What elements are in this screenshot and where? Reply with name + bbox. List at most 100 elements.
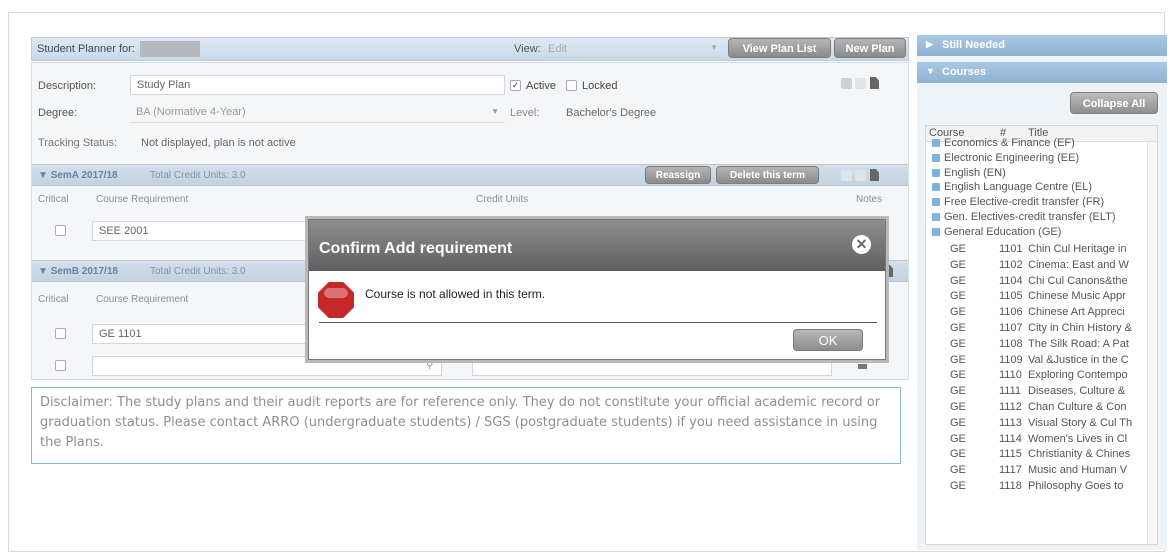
course-code: GE — [950, 432, 966, 445]
disclaimer: Disclaimer: The study plans and their au… — [31, 387, 901, 464]
course-list-item[interactable]: GE 1113 Visual Story & Cul Th — [926, 416, 1157, 432]
view-select[interactable]: Edit ▼ — [544, 40, 722, 58]
col-critical: Critical — [38, 294, 69, 305]
expand-icon[interactable] — [932, 139, 940, 147]
search-icon[interactable]: ⚲ — [426, 360, 440, 374]
collapse-all-button[interactable]: Collapse All — [1070, 92, 1158, 114]
course-code: GE — [950, 385, 966, 398]
course-group-item[interactable]: General Education (GE) — [926, 225, 1157, 240]
course-number: 1111 — [999, 385, 1022, 398]
active-checkbox[interactable]: ✓ — [510, 80, 521, 91]
course-title: Women's Lives in Cl — [1028, 432, 1128, 445]
remove-icon[interactable] — [855, 78, 866, 89]
new-plan-button[interactable]: New Plan — [834, 38, 906, 58]
course-number: 1117 — [999, 464, 1022, 477]
course-title: Val &Justice in the C — [1028, 353, 1129, 366]
course-list-item[interactable]: GE 1115 Christianity & Chines — [926, 447, 1157, 463]
ok-button[interactable]: OK — [793, 329, 863, 351]
course-group-item[interactable]: Gen. Electives-credit transfer (ELT) — [926, 210, 1157, 225]
add-icon[interactable] — [841, 170, 852, 181]
expand-icon[interactable] — [932, 213, 940, 221]
course-list-item[interactable]: GE 1109 Val &Justice in the C — [926, 353, 1157, 369]
critical-checkbox[interactable] — [55, 328, 66, 339]
course-group-item[interactable]: Electronic Engineering (EE) — [926, 151, 1157, 166]
level-label: Level: — [510, 107, 540, 119]
course-title: Chi Cul Canons&the — [1028, 274, 1128, 287]
course-title: Philosophy Goes to — [1028, 480, 1124, 492]
locked-label: Locked — [582, 80, 618, 92]
term-name: ▼ SemA 2017/18 — [38, 170, 118, 181]
dialog-title: Confirm Add requirement — [309, 220, 885, 271]
course-requirement-field[interactable]: SEE 2001 — [92, 221, 332, 241]
view-plan-list-button[interactable]: View Plan List — [728, 38, 831, 58]
course-number: 1105 — [999, 290, 1023, 303]
document-icon[interactable] — [870, 169, 879, 181]
courses-bar[interactable]: ▼ Courses — [917, 62, 1167, 83]
course-list-item[interactable]: GE 1102 Cinema: East and W — [926, 258, 1157, 274]
course-list-item[interactable]: GE 1117 Music and Human V — [926, 463, 1157, 479]
term-credits: Total Credit Units: 3.0 — [150, 170, 246, 181]
course-title: Chin Cul Heritage in — [1028, 243, 1127, 255]
course-code: GE — [950, 353, 966, 366]
chevron-down-icon: ▼ — [926, 66, 935, 76]
course-number: 1118 — [999, 480, 1022, 492]
expand-icon[interactable] — [932, 168, 940, 177]
description-input[interactable]: Study Plan — [130, 75, 505, 95]
course-code: GE — [950, 258, 966, 271]
course-code: GE — [950, 306, 966, 319]
course-list-item[interactable]: GE 1112 Chan Culture & Con — [926, 400, 1157, 416]
course-number: 1110 — [999, 369, 1022, 382]
course-list-item[interactable]: GE 1111 Diseases, Culture & — [926, 384, 1157, 400]
course-group-item[interactable]: Economics & Finance (EF) — [926, 136, 1157, 151]
term-name-text: SemA 2017/18 — [50, 170, 118, 181]
course-group-item[interactable]: Free Elective-credit transfer (FR) — [926, 195, 1157, 210]
critical-checkbox[interactable] — [55, 360, 66, 371]
course-code: GE — [950, 322, 966, 334]
remove-icon[interactable] — [855, 170, 866, 181]
course-title: Diseases, Culture & — [1028, 385, 1126, 398]
course-list: Course # Title Economics & Finance (EF) E… — [925, 125, 1158, 545]
course-list-item[interactable]: GE 1110 Exploring Contempo — [926, 368, 1157, 384]
course-number: 1107 — [999, 322, 1023, 334]
view-select-value: Edit — [548, 43, 567, 55]
course-code: GE — [950, 480, 966, 492]
close-icon[interactable]: ✕ — [852, 235, 871, 254]
document-icon[interactable] — [870, 77, 879, 89]
course-number: 1101 — [999, 243, 1023, 255]
level-value: Bachelor's Degree — [566, 107, 657, 119]
degree-select[interactable]: BA (Normative 4-Year) ▼ — [130, 103, 505, 123]
col-critical: Critical — [38, 194, 69, 205]
reassign-button[interactable]: Reassign — [645, 166, 711, 184]
course-group-item[interactable]: English Language Centre (EL) — [926, 180, 1157, 195]
courses-label: Courses — [942, 66, 987, 78]
course-list-item[interactable]: GE 1106 Chinese Art Appreci — [926, 305, 1157, 321]
critical-checkbox[interactable] — [55, 225, 66, 236]
expand-icon[interactable] — [932, 198, 940, 207]
notes-icon[interactable] — [858, 364, 867, 369]
expand-icon[interactable] — [932, 183, 940, 192]
still-needed-bar[interactable]: ▶ Still Needed — [917, 35, 1167, 56]
scrollbar[interactable] — [1147, 142, 1157, 544]
course-list-item[interactable]: GE 1118 Philosophy Goes to — [926, 479, 1157, 495]
expand-icon[interactable] — [932, 153, 940, 162]
course-list-item[interactable]: GE 1105 Chinese Music Appr — [926, 289, 1157, 305]
course-number: 1102 — [999, 258, 1023, 271]
course-number: 1115 — [999, 448, 1022, 461]
course-title: Christianity & Chines — [1028, 448, 1131, 461]
course-title: The Silk Road: A Pat — [1028, 337, 1129, 350]
course-list-item[interactable]: GE 1104 Chi Cul Canons&the — [926, 274, 1157, 290]
delete-term-button[interactable]: Delete this term — [716, 166, 819, 184]
course-list-item[interactable]: GE 1101 Chin Cul Heritage in — [926, 242, 1157, 258]
locked-checkbox[interactable] — [566, 80, 577, 91]
course-code: GE — [950, 448, 966, 461]
course-list-item[interactable]: GE 1114 Women's Lives in Cl — [926, 432, 1157, 448]
term-credits: Total Credit Units: 3.0 — [150, 266, 246, 277]
course-requirement-field[interactable]: GE 1101 — [92, 324, 332, 344]
course-group-item[interactable]: English (EN) — [926, 166, 1157, 181]
add-icon[interactable] — [841, 78, 852, 89]
expand-icon[interactable] — [932, 227, 940, 236]
col-notes: Notes — [856, 194, 883, 205]
course-list-item[interactable]: GE 1107 City in Chin History & — [926, 321, 1157, 337]
course-group-label: English (EN) — [944, 166, 1006, 179]
course-list-item[interactable]: GE 1108 The Silk Road: A Pat — [926, 337, 1157, 353]
